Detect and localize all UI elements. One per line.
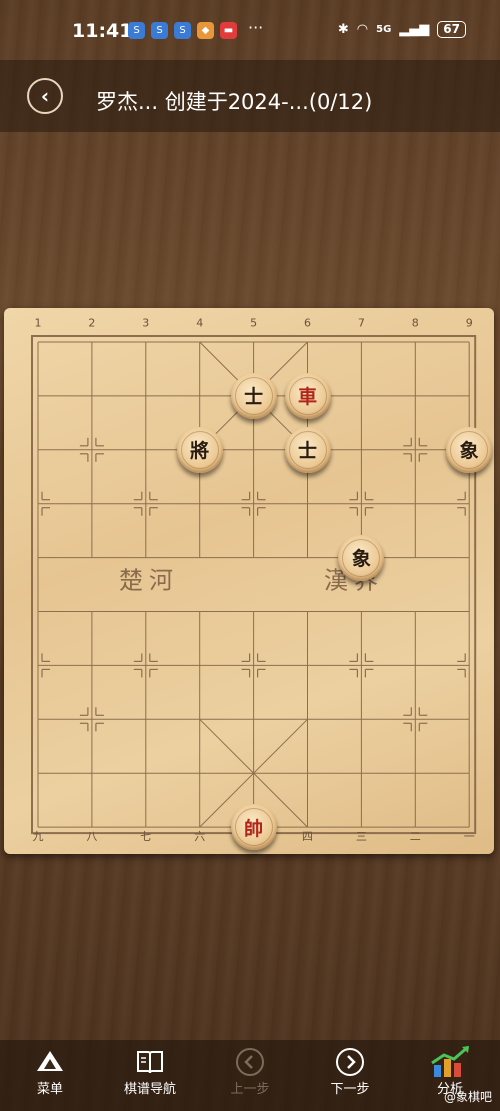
bluetooth-icon: ✱ <box>337 22 349 37</box>
watermark: @象棋吧 <box>443 1090 492 1104</box>
bottom-coord-label: 七 <box>140 830 152 843</box>
app-notification-icon: S <box>151 22 168 39</box>
chess-piece-black[interactable]: 象 <box>338 534 385 581</box>
prev-icon <box>200 1046 300 1078</box>
top-coord-label: 9 <box>465 316 473 330</box>
status-right: ✱ ◠ 5G ▂▄▆ 67 <box>338 21 466 38</box>
river-left-label: 楚河 <box>119 566 179 595</box>
bottom-coord-label: 六 <box>194 830 206 843</box>
status-bar: 11:41 S S S ◆ ▬ ··· ✱ ◠ 5G ▂▄▆ 67 <box>0 0 500 60</box>
chevron-left-icon: ‹ <box>40 84 50 108</box>
bottom-coord-label: 四 <box>302 830 313 843</box>
piece-label: 車 <box>288 376 327 415</box>
header: ‹ 罗杰... 创建于2024-...(0/12) <box>0 60 500 132</box>
chess-piece-black[interactable]: 將 <box>176 426 223 473</box>
bottom-coord-label: 八 <box>86 830 98 843</box>
book-icon <box>100 1046 200 1078</box>
top-coord-label: 8 <box>411 316 419 330</box>
piece-label: 士 <box>288 430 327 469</box>
chess-piece-black[interactable]: 士 <box>230 372 277 419</box>
nav-label: 棋谱导航 <box>123 1082 176 1097</box>
bottom-coord-label: 一 <box>463 830 475 843</box>
battery-indicator: 67 <box>437 21 466 38</box>
top-coord-label: 3 <box>142 316 150 330</box>
top-coord-label: 4 <box>196 316 204 330</box>
status-time: 11:41 <box>72 20 133 42</box>
piece-label: 帥 <box>234 808 273 847</box>
chess-piece-black[interactable]: 士 <box>284 426 331 473</box>
app-notification-icon: ▬ <box>220 22 237 39</box>
app-notification-icon: ◆ <box>197 22 214 39</box>
top-coord-label: 1 <box>34 316 42 330</box>
chess-piece-black[interactable]: 象 <box>446 426 493 473</box>
next-icon <box>300 1046 400 1078</box>
menu-button[interactable]: 菜单 <box>0 1046 100 1097</box>
top-coord-label: 2 <box>88 316 96 330</box>
chess-piece-red[interactable]: 帥 <box>230 804 277 851</box>
more-notifications: ··· <box>248 18 264 37</box>
chess-board[interactable]: 123456789 九八七六五四三二一 楚河 漢界 士車將士象象帥 <box>4 308 494 854</box>
top-coord-label: 5 <box>250 316 258 330</box>
piece-label: 象 <box>342 538 381 577</box>
top-coord-label: 6 <box>304 316 311 330</box>
wifi-icon: ◠ <box>356 22 369 37</box>
app-notification-icon: S <box>128 22 145 39</box>
bottom-coord-label: 九 <box>32 830 44 843</box>
back-button[interactable]: ‹ <box>27 78 63 114</box>
prev-label: 上一步 <box>230 1082 270 1097</box>
top-coord-label: 7 <box>357 316 365 330</box>
prev-step-button[interactable]: 上一步 <box>200 1046 300 1097</box>
bottom-toolbar: 菜单 棋谱导航 上一步 下一步 分析 @象棋吧 <box>0 1040 500 1111</box>
piece-label: 士 <box>234 376 273 415</box>
page-title: 罗杰... 创建于2024-...(0/12) <box>96 90 373 114</box>
chess-piece-red[interactable]: 車 <box>284 372 331 419</box>
next-step-button[interactable]: 下一步 <box>300 1046 400 1097</box>
menu-label: 菜单 <box>36 1082 63 1097</box>
network-label: 5G <box>376 24 392 35</box>
app-notification-icon: S <box>174 22 191 39</box>
bottom-coord-label: 二 <box>409 830 421 843</box>
notification-icons: S S S ◆ ▬ <box>128 22 237 39</box>
menu-icon <box>0 1046 100 1078</box>
next-label: 下一步 <box>330 1082 370 1097</box>
bottom-coord-label: 三 <box>355 830 367 843</box>
analysis-chart-icon <box>400 1045 500 1078</box>
piece-label: 象 <box>450 430 489 469</box>
signal-icon: ▂▄▆ <box>399 22 430 37</box>
piece-label: 將 <box>180 430 219 469</box>
nav-button[interactable]: 棋谱导航 <box>100 1046 200 1097</box>
